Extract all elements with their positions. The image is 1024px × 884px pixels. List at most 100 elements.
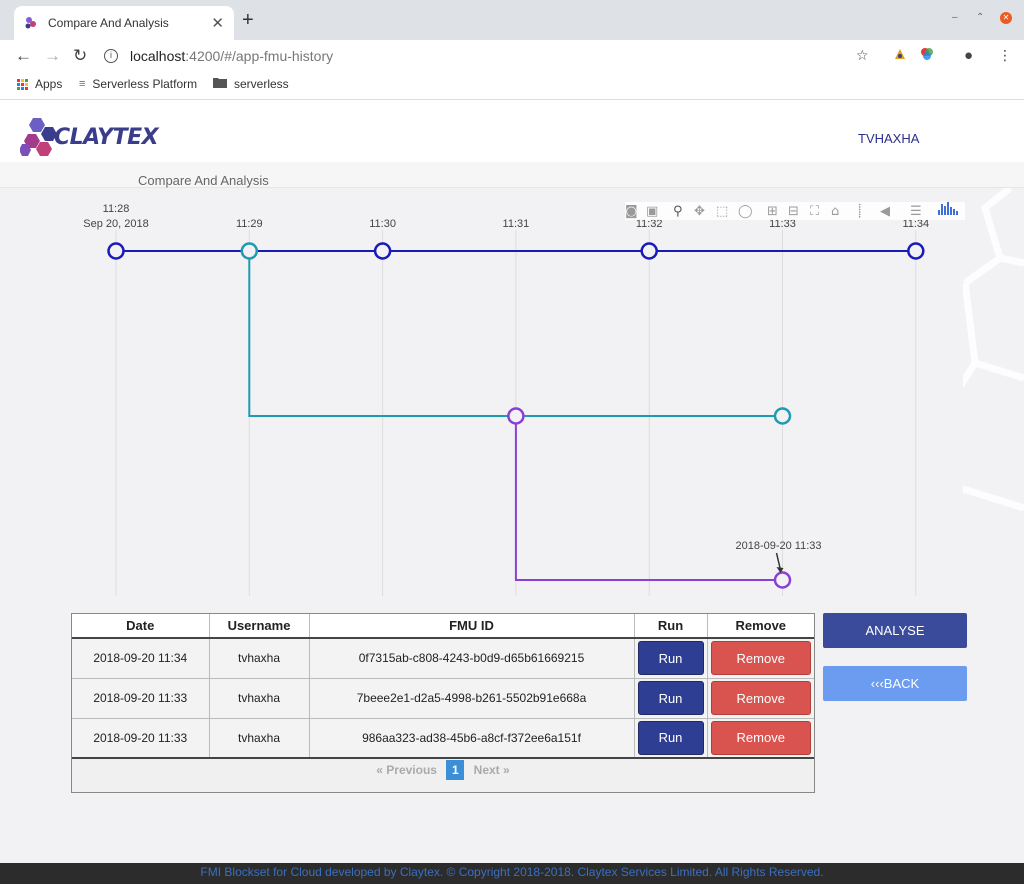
maximize-icon[interactable]: ⌃ (976, 12, 984, 23)
tab-title: Compare And Analysis (48, 16, 169, 30)
camera-icon[interactable]: ◙ (625, 204, 638, 219)
serverless-icon: ≡ (79, 78, 86, 90)
hover-compare-icon[interactable]: ☰ (910, 204, 922, 219)
x-tick-label: 11:28 (103, 203, 130, 215)
cell-date: 2018-09-20 11:34 (72, 638, 210, 679)
minimize-icon[interactable]: – (952, 12, 958, 23)
zoom-out-icon[interactable]: ⊟ (788, 204, 799, 219)
menu-dots-icon[interactable]: ⋮ (998, 47, 1012, 64)
footer: FMI Blockset for Cloud developed by Clay… (0, 863, 1024, 884)
box-select-icon[interactable]: ⬚ (716, 204, 728, 219)
forward-arrow-icon[interactable]: → (44, 46, 61, 66)
bookmark-star-icon[interactable]: ☆ (856, 47, 869, 64)
data-point[interactable] (373, 242, 392, 260)
reset-home-icon[interactable]: ⌂ (831, 204, 839, 219)
x-tick-sublabel: Sep 20, 2018 (83, 218, 148, 230)
cell-date: 2018-09-20 11:33 (72, 718, 210, 759)
column-header-remove[interactable]: Remove (707, 614, 814, 639)
data-point[interactable] (640, 242, 658, 260)
cell-fmu-id: 986aa323-ad38-45b6-a8cf-f372ee6a151f (309, 718, 635, 759)
remove-button[interactable]: Remove (710, 681, 811, 715)
table-header-row: Date Username FMU ID Run Remove (72, 614, 814, 639)
pager-page-1[interactable]: 1 (446, 760, 465, 780)
data-point[interactable] (907, 242, 925, 260)
run-button[interactable]: Run (637, 681, 704, 715)
lasso-icon[interactable]: ◯ (738, 204, 753, 219)
username-label[interactable]: TVHAXHA (858, 131, 919, 146)
window-close-icon[interactable]: ✕ (1000, 12, 1012, 24)
reload-icon[interactable]: ↻ (73, 46, 87, 66)
remove-button[interactable]: Remove (710, 720, 811, 755)
folder-icon (213, 77, 227, 91)
autoscale-icon[interactable]: ⛶ (809, 204, 820, 219)
cell-run: Run (634, 718, 708, 759)
zoom-in-icon[interactable]: ⊞ (767, 204, 778, 219)
footer-copyright: FMI Blockset for Cloud developed by Clay… (200, 865, 824, 879)
data-point[interactable] (507, 407, 525, 425)
cell-date: 2018-09-20 11:33 (72, 678, 210, 719)
pagination: « Previous 1 Next » (72, 760, 814, 780)
pager-previous[interactable]: « Previous (376, 763, 437, 777)
address-bar[interactable]: i localhost:4200/#/app-fmu-history (104, 44, 884, 68)
page-title: Compare And Analysis (138, 173, 269, 188)
save-icon[interactable]: ▣ (646, 204, 658, 219)
extension-color-icon[interactable] (920, 47, 934, 64)
data-point[interactable] (240, 242, 259, 260)
cell-username: tvhaxha (209, 718, 310, 759)
browser-tabstrip: Compare And Analysis ✕ + – ⌃ ✕ (0, 0, 1024, 40)
data-point[interactable] (773, 407, 792, 425)
spike-lines-icon[interactable]: ⸽ (858, 203, 861, 219)
data-point[interactable] (107, 242, 125, 260)
logo-text: CLAYTEX (54, 124, 159, 150)
back-arrow-icon[interactable]: ← (15, 46, 32, 66)
history-table: Date Username FMU ID Run Remove 2018-09-… (72, 614, 814, 759)
remove-button[interactable]: Remove (710, 641, 811, 676)
browser-tab[interactable]: Compare And Analysis ✕ (14, 6, 234, 40)
cell-run: Run (634, 638, 708, 679)
column-header-fmu-id[interactable]: FMU ID (309, 614, 635, 639)
apps-grid-icon (17, 78, 28, 90)
bookmark-label: serverless (234, 77, 289, 91)
info-icon[interactable]: i (104, 49, 118, 63)
bookmark-label: Serverless Platform (92, 77, 198, 91)
cell-run: Run (634, 678, 708, 719)
pan-icon[interactable]: ✥ (694, 204, 705, 219)
claytex-favicon-icon (25, 17, 36, 29)
profile-icon[interactable]: ● (964, 47, 973, 64)
annotation-label: 2018-09-20 11:33 (735, 540, 821, 552)
run-button[interactable]: Run (637, 720, 704, 755)
column-header-username[interactable]: Username (209, 614, 310, 639)
analyse-button[interactable]: ANALYSE (823, 613, 967, 648)
x-tick-label: 11:31 (503, 218, 530, 230)
zoom-icon[interactable]: ⚲ (673, 204, 683, 219)
claytex-logo[interactable]: CLAYTEX (20, 116, 159, 158)
data-point[interactable] (773, 571, 792, 589)
x-tick-label: 11:29 (236, 218, 263, 230)
table-row: 2018-09-20 11:33 tvhaxha 7beee2e1-d2a5-4… (72, 678, 814, 719)
chart-modebar: ◙ ▣ ⚲ ✥ ⬚ ◯ ⊞ ⊟ ⛶ ⌂ ⸽ ◀ ☰ (625, 202, 965, 220)
cell-fmu-id: 7beee2e1-d2a5-4998-b261-5502b91e668a (309, 678, 635, 719)
table-row: 2018-09-20 11:34 tvhaxha 0f7315ab-c808-4… (72, 638, 814, 679)
extension-icon[interactable] (893, 47, 907, 64)
tab-close-icon[interactable]: ✕ (211, 14, 224, 32)
cell-remove: Remove (707, 718, 814, 759)
table-row: 2018-09-20 11:33 tvhaxha 986aa323-ad38-4… (72, 718, 814, 759)
url-host: localhost (130, 48, 186, 64)
column-header-run[interactable]: Run (634, 614, 708, 639)
bookmark-apps[interactable]: Apps (17, 77, 62, 91)
bookmark-serverless-platform[interactable]: ≡ Serverless Platform (79, 77, 197, 91)
new-tab-button[interactable]: + (242, 10, 254, 30)
history-table-container: Date Username FMU ID Run Remove 2018-09-… (71, 613, 815, 793)
fmu-history-chart[interactable]: 11:28Sep 20, 2018 11:29 11:30 11:31 11:32 11:… (0, 188, 1024, 598)
cell-fmu-id: 0f7315ab-c808-4243-b0d9-d65b61669215 (309, 638, 635, 679)
column-header-date[interactable]: Date (72, 614, 210, 639)
cell-remove: Remove (707, 678, 814, 719)
cell-username: tvhaxha (209, 638, 310, 679)
back-button[interactable]: ‹‹‹BACK (823, 666, 967, 701)
claytex-logo-icon (20, 118, 57, 156)
pager-next[interactable]: Next » (474, 763, 510, 777)
bookmark-serverless-folder[interactable]: serverless (213, 77, 289, 91)
run-button[interactable]: Run (637, 641, 704, 676)
bookmarks-bar: Apps ≡ Serverless Platform serverless (0, 72, 1024, 100)
hover-closest-icon[interactable]: ◀ (880, 204, 890, 219)
